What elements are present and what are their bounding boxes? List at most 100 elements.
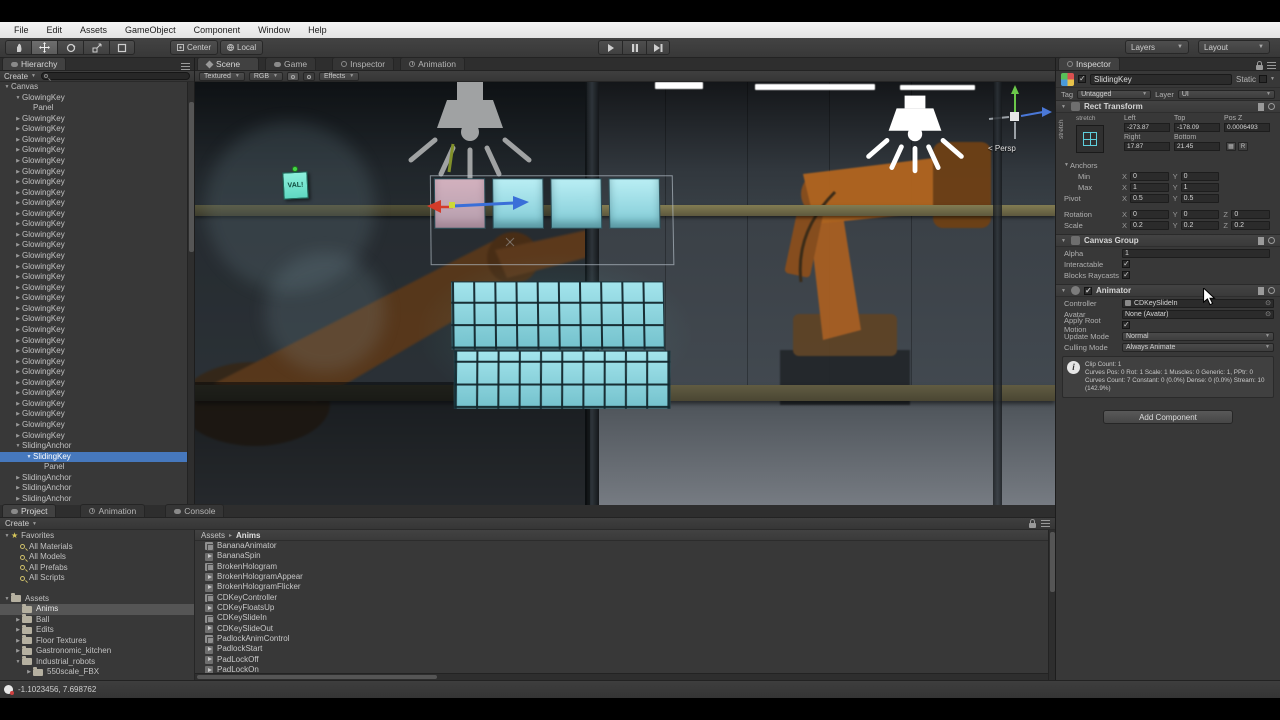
- expander-arrow-icon[interactable]: ▶: [14, 304, 22, 315]
- hierarchy-item[interactable]: Panel: [0, 462, 194, 473]
- favorite-search-item[interactable]: All Models: [0, 552, 194, 563]
- expander-arrow-icon[interactable]: ▶: [14, 145, 22, 156]
- expander-arrow-icon[interactable]: ▶: [14, 114, 22, 125]
- add-component-button[interactable]: Add Component: [1103, 410, 1233, 424]
- rt-top-field[interactable]: -178.09: [1174, 123, 1220, 132]
- anchors-min-y-field[interactable]: 0: [1181, 172, 1220, 181]
- hierarchy-item[interactable]: ▶ GlowingKey: [0, 409, 194, 420]
- hierarchy-item[interactable]: ▶ GlowingKey: [0, 188, 194, 199]
- anchors-max-x-field[interactable]: 1: [1130, 183, 1169, 192]
- blueprint-mode-button[interactable]: ▦: [1226, 142, 1236, 151]
- expander-arrow-icon[interactable]: ▶: [14, 409, 22, 420]
- hierarchy-item[interactable]: ▼ SlidingAnchor: [0, 441, 194, 452]
- asset-file-row[interactable]: CDKeyController: [195, 593, 1055, 603]
- project-folder-item[interactable]: ▼ Assets: [0, 594, 194, 605]
- project-folder-item[interactable]: ▶ Edits: [0, 625, 194, 636]
- rect-transform-header[interactable]: ▼ Rect Transform: [1056, 100, 1280, 113]
- foldout-arrow-icon[interactable]: ▼: [1061, 238, 1067, 244]
- expander-arrow-icon[interactable]: ▶: [14, 420, 22, 431]
- expander-arrow-icon[interactable]: ▶: [14, 483, 22, 494]
- expander-arrow-icon[interactable]: ▶: [14, 230, 22, 241]
- alpha-field[interactable]: 1: [1122, 249, 1270, 258]
- lock-icon[interactable]: [1256, 65, 1263, 70]
- expander-arrow-icon[interactable]: ▶: [14, 188, 22, 199]
- controller-object-field[interactable]: CDKeySlideIn ⊙: [1122, 299, 1274, 308]
- status-bar[interactable]: -1.1023456, 7.698762: [0, 680, 1280, 698]
- culling-mode-dropdown[interactable]: Always Animate▼: [1122, 343, 1274, 352]
- asset-file-row[interactable]: PadLockOff: [195, 655, 1055, 665]
- blocks-raycasts-checkbox[interactable]: [1122, 271, 1130, 279]
- key-grid-middle[interactable]: [451, 281, 665, 349]
- scale-z-field[interactable]: 0.2: [1231, 221, 1270, 230]
- scale-x-field[interactable]: 0.2: [1130, 221, 1169, 230]
- scrollbar-thumb[interactable]: [189, 102, 194, 252]
- pivot-y-field[interactable]: 0.5: [1181, 194, 1220, 203]
- hierarchy-item[interactable]: ▶ GlowingKey: [0, 114, 194, 125]
- hierarchy-item[interactable]: Panel: [0, 103, 194, 114]
- expander-arrow-icon[interactable]: ▶: [14, 473, 22, 484]
- menu-component[interactable]: Component: [185, 22, 250, 38]
- expander-arrow-icon[interactable]: ▶: [14, 283, 22, 294]
- rotation-y-field[interactable]: 0: [1181, 210, 1220, 219]
- expander-arrow-icon[interactable]: ▼: [14, 657, 22, 668]
- tab-animation-bottom[interactable]: Animation: [80, 504, 145, 517]
- lighting-toggle[interactable]: [287, 72, 299, 81]
- raw-edit-mode-button[interactable]: R: [1238, 142, 1248, 151]
- pivot-x-field[interactable]: 0.5: [1130, 194, 1169, 203]
- favorite-search-item[interactable]: All Scripts: [0, 573, 194, 584]
- expander-arrow-icon[interactable]: ▶: [14, 240, 22, 251]
- object-picker-icon[interactable]: ⊙: [1265, 299, 1271, 307]
- asset-file-row[interactable]: BananaSpin: [195, 551, 1055, 561]
- hierarchy-item[interactable]: ▶ GlowingKey: [0, 167, 194, 178]
- expander-arrow-icon[interactable]: ▶: [14, 615, 22, 626]
- hierarchy-item[interactable]: ▶ GlowingKey: [0, 251, 194, 262]
- tab-inspector-panel[interactable]: Inspector: [1058, 57, 1120, 70]
- active-checkbox[interactable]: [1078, 75, 1086, 83]
- hierarchy-create-button[interactable]: Create ▼: [4, 72, 36, 81]
- hierarchy-item[interactable]: ▶ GlowingKey: [0, 378, 194, 389]
- project-create-button[interactable]: Create ▼: [5, 519, 37, 528]
- hierarchy-item[interactable]: ▶ GlowingKey: [0, 304, 194, 315]
- asset-file-row[interactable]: PadlockStart: [195, 644, 1055, 654]
- scale-tool-button[interactable]: [83, 40, 109, 55]
- hierarchy-item[interactable]: ▶ GlowingKey: [0, 367, 194, 378]
- layout-dropdown[interactable]: Layout▼: [1198, 40, 1270, 54]
- rotate-tool-button[interactable]: [57, 40, 83, 55]
- expander-arrow-icon[interactable]: ▶: [14, 209, 22, 220]
- hierarchy-item[interactable]: ▶ GlowingKey: [0, 262, 194, 273]
- rt-bottom-field[interactable]: 21.45: [1174, 142, 1220, 151]
- expander-arrow-icon[interactable]: ▶: [25, 667, 33, 678]
- panel-menu-icon[interactable]: [1267, 62, 1276, 69]
- breadcrumb-current[interactable]: Anims: [236, 531, 260, 540]
- expander-arrow-icon[interactable]: ▶: [14, 198, 22, 209]
- asset-file-row[interactable]: BrokenHologram: [195, 562, 1055, 572]
- hierarchy-item[interactable]: ▶ GlowingKey: [0, 198, 194, 209]
- expander-arrow-icon[interactable]: ▶: [14, 636, 22, 647]
- rotation-x-field[interactable]: 0: [1130, 210, 1169, 219]
- hierarchy-item[interactable]: ▶ GlowingKey: [0, 209, 194, 220]
- scene-viewport[interactable]: VAL! < Persp: [195, 82, 1055, 505]
- hierarchy-item[interactable]: ▶ GlowingKey: [0, 357, 194, 368]
- interactable-checkbox[interactable]: [1122, 260, 1130, 268]
- favorites-header[interactable]: ▼ ★ Favorites: [0, 531, 194, 542]
- scrollbar-thumb[interactable]: [1050, 532, 1055, 592]
- sticky-note[interactable]: VAL!: [282, 171, 308, 199]
- foldout-arrow-icon[interactable]: ▼: [1061, 104, 1067, 110]
- tab-inspector[interactable]: Inspector: [332, 57, 394, 70]
- expander-arrow-icon[interactable]: ▼: [14, 441, 22, 452]
- panel-menu-icon[interactable]: [1041, 520, 1050, 527]
- object-picker-icon[interactable]: ⊙: [1265, 310, 1271, 318]
- asset-file-row[interactable]: CDKeySlideOut: [195, 624, 1055, 634]
- draw-mode-dropdown[interactable]: Textured▼: [199, 72, 245, 81]
- asset-file-row[interactable]: CDKeyFloatsUp: [195, 603, 1055, 613]
- breadcrumb-root[interactable]: Assets: [201, 531, 225, 540]
- tab-animation[interactable]: Animation: [400, 57, 465, 70]
- chevron-down-icon[interactable]: ▼: [1270, 76, 1275, 82]
- tab-scene[interactable]: Scene: [197, 57, 259, 70]
- expander-arrow-icon[interactable]: ▼: [14, 93, 22, 104]
- glowing-key-tile[interactable]: [609, 178, 661, 228]
- hierarchy-item[interactable]: ▶ GlowingKey: [0, 230, 194, 241]
- hierarchy-item[interactable]: ▶ GlowingKey: [0, 272, 194, 283]
- foldout-arrow-icon[interactable]: ▼: [1061, 288, 1067, 294]
- rect-tool-button[interactable]: [109, 40, 135, 55]
